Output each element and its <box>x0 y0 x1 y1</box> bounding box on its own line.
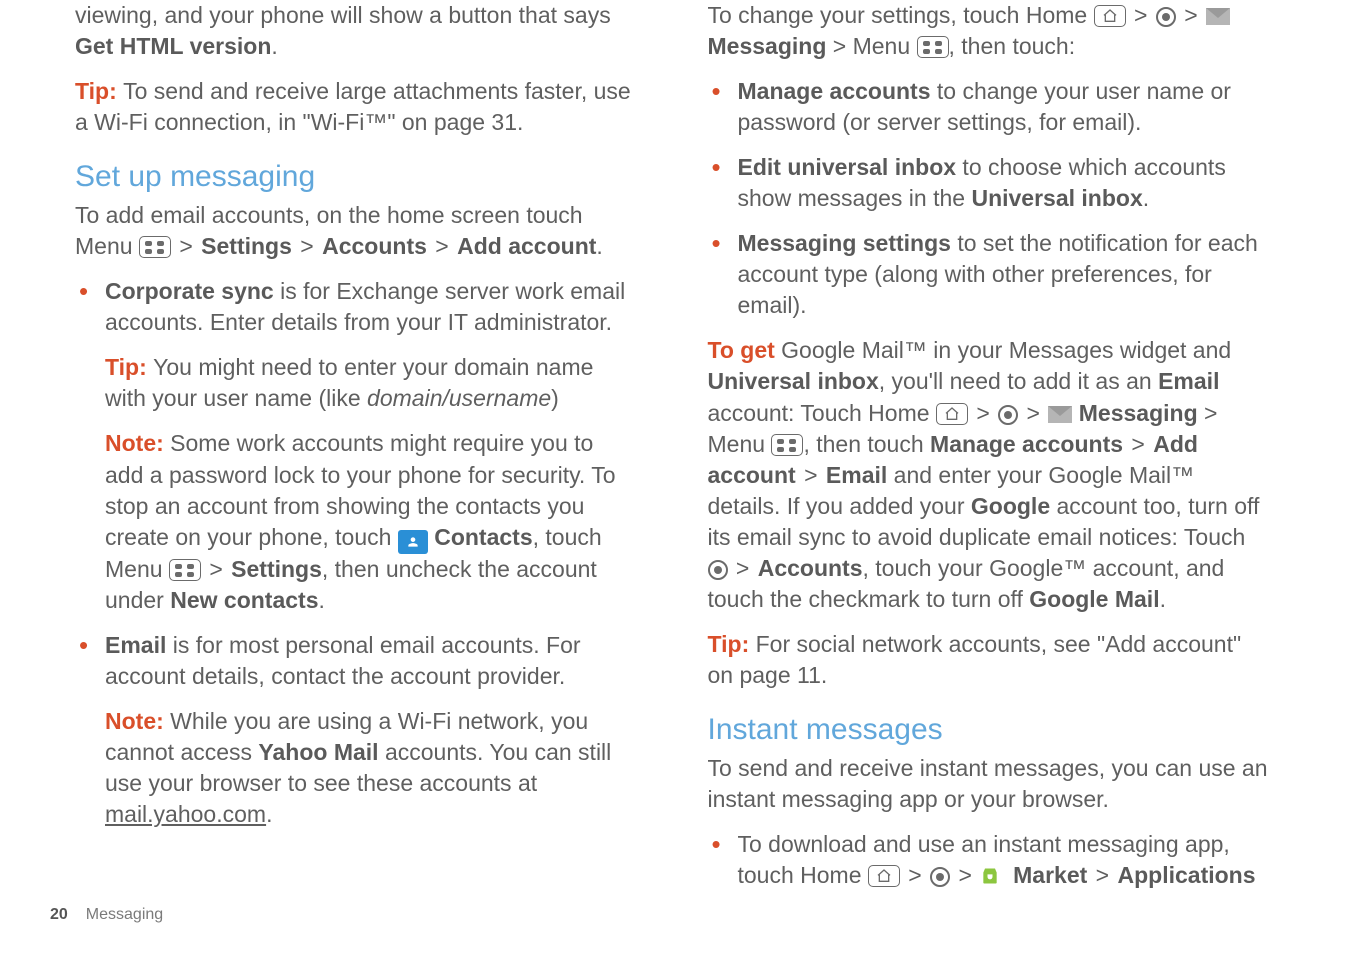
list-item: Messaging settings to set the notificati… <box>708 228 1271 321</box>
page-number: 20 <box>50 906 68 923</box>
list-item: Edit universal inbox to choose which acc… <box>708 152 1271 214</box>
tip-paragraph: Tip: For social network accounts, see "A… <box>708 629 1271 691</box>
body-text: To get Google Mail™ in your Messages wid… <box>708 335 1271 614</box>
home-icon <box>868 865 900 887</box>
list-item: Manage accounts to change your user name… <box>708 76 1271 138</box>
to-get-label: To get <box>708 337 782 363</box>
list-item: Email is for most personal email account… <box>75 630 638 830</box>
section-name: Messaging <box>86 906 163 923</box>
menu-icon <box>771 434 803 456</box>
body-text: To change your settings, touch Home > > … <box>708 0 1271 62</box>
menu-icon <box>917 36 949 58</box>
note-label: Note: <box>105 708 170 734</box>
menu-icon <box>169 559 201 581</box>
market-icon <box>980 866 1000 886</box>
tip-label: Tip: <box>708 631 756 657</box>
mail-icon <box>1048 406 1072 423</box>
launcher-icon <box>998 405 1018 425</box>
home-icon <box>936 403 968 425</box>
body-text: viewing, and your phone will show a butt… <box>75 0 638 62</box>
home-icon <box>1094 5 1126 27</box>
tip-paragraph: Tip: To send and receive large attachmen… <box>75 76 638 138</box>
bullet-list: To download and use an instant messaging… <box>708 829 1271 891</box>
menu-icon <box>139 236 171 258</box>
section-heading: Set up messaging <box>75 160 638 194</box>
tip-label: Tip: <box>105 354 153 380</box>
launcher-icon <box>1156 7 1176 27</box>
body-text: To send and receive instant messages, yo… <box>708 753 1271 815</box>
list-item: To download and use an instant messaging… <box>708 829 1271 891</box>
launcher-icon <box>708 560 728 580</box>
link-text: mail.yahoo.com <box>105 801 266 827</box>
page-footer: 20 Messaging <box>50 906 163 924</box>
contacts-icon <box>398 530 428 554</box>
launcher-icon <box>930 867 950 887</box>
mail-icon <box>1206 8 1230 25</box>
list-item: Corporate sync is for Exchange server wo… <box>75 276 638 615</box>
tip-label: Tip: <box>75 78 123 104</box>
bullet-list: Corporate sync is for Exchange server wo… <box>75 276 638 830</box>
section-heading: Instant messages <box>708 713 1271 747</box>
body-text: To add email accounts, on the home scree… <box>75 200 638 262</box>
bullet-list: Manage accounts to change your user name… <box>708 76 1271 321</box>
note-label: Note: <box>105 430 170 456</box>
